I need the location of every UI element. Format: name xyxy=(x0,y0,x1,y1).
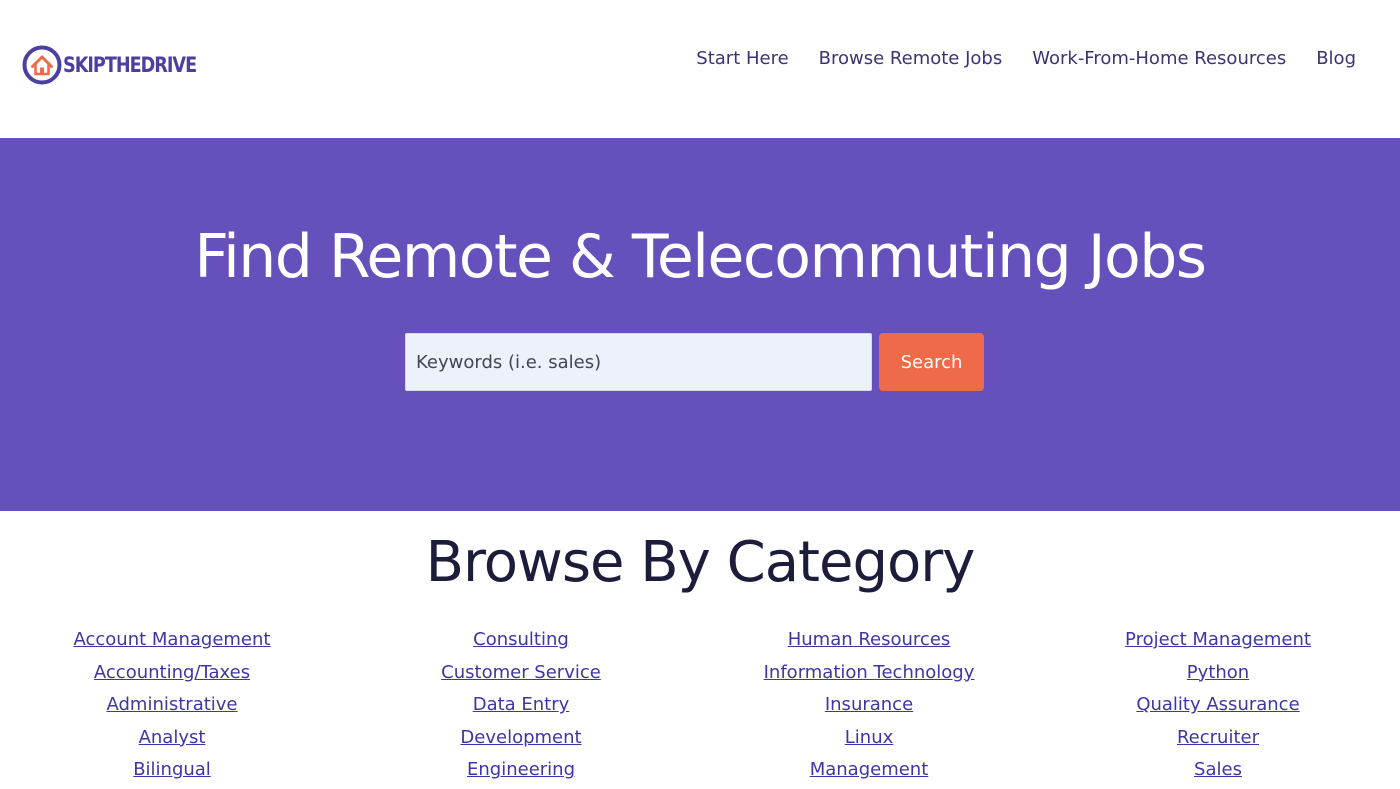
logo-wordmark: SKIPTHEDRIVE xyxy=(63,53,197,77)
category-link[interactable]: Bilingual xyxy=(0,756,347,789)
main-nav: Start Here Browse Remote Jobs Work-From-… xyxy=(696,48,1356,69)
category-heading: Browse By Category xyxy=(425,530,976,595)
category-link[interactable]: Administrative xyxy=(0,691,347,724)
site-logo[interactable]: SKIPTHEDRIVE xyxy=(22,45,221,85)
category-link[interactable]: Accounting/Taxes xyxy=(0,659,347,692)
category-link[interactable]: Sales xyxy=(1043,756,1393,789)
keyword-search-input[interactable] xyxy=(405,333,872,391)
hero-title: Find Remote & Telecommuting Jobs xyxy=(194,222,1207,292)
category-column: Account Management Accounting/Taxes Admi… xyxy=(0,626,347,789)
hero-banner: Find Remote & Telecommuting Jobs Search xyxy=(0,138,1400,511)
nav-work-from-home-resources[interactable]: Work-From-Home Resources xyxy=(1032,48,1286,69)
nav-blog[interactable]: Blog xyxy=(1316,48,1356,69)
category-link[interactable]: Recruiter xyxy=(1043,724,1393,757)
category-link[interactable]: Data Entry xyxy=(346,691,696,724)
category-link[interactable]: Human Resources xyxy=(694,626,1044,659)
category-column: Human Resources Information Technology I… xyxy=(694,626,1044,789)
house-logo-icon xyxy=(22,45,62,85)
category-link[interactable]: Analyst xyxy=(0,724,347,757)
category-link[interactable]: Project Management xyxy=(1043,626,1393,659)
category-link[interactable]: Python xyxy=(1043,659,1393,692)
category-column: Consulting Customer Service Data Entry D… xyxy=(346,626,696,789)
category-column: Project Management Python Quality Assura… xyxy=(1043,626,1393,789)
category-link[interactable]: Development xyxy=(346,724,696,757)
category-link[interactable]: Engineering xyxy=(346,756,696,789)
category-link[interactable]: Information Technology xyxy=(694,659,1044,692)
category-link[interactable]: Consulting xyxy=(346,626,696,659)
category-link[interactable]: Insurance xyxy=(694,691,1044,724)
category-link[interactable]: Customer Service xyxy=(346,659,696,692)
site-header: SKIPTHEDRIVE Start Here Browse Remote Jo… xyxy=(0,0,1400,138)
nav-browse-remote-jobs[interactable]: Browse Remote Jobs xyxy=(819,48,1003,69)
category-link[interactable]: Linux xyxy=(694,724,1044,757)
category-link[interactable]: Quality Assurance xyxy=(1043,691,1393,724)
search-button[interactable]: Search xyxy=(879,333,984,391)
category-link[interactable]: Account Management xyxy=(0,626,347,659)
nav-start-here[interactable]: Start Here xyxy=(696,48,788,69)
category-link[interactable]: Management xyxy=(694,756,1044,789)
